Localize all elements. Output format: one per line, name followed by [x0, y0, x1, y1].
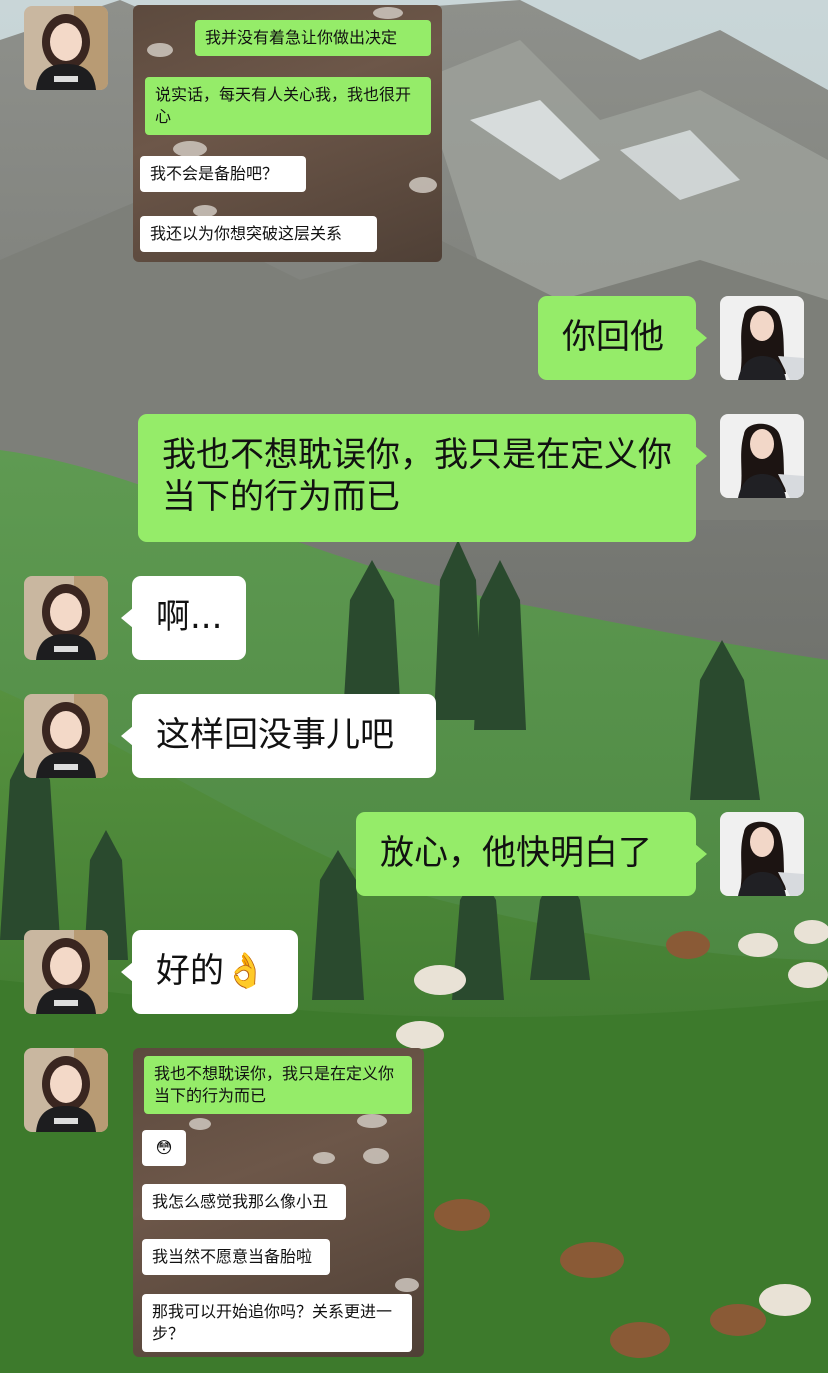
message-bubble-self[interactable]: 放心，他快明白了 — [356, 812, 707, 896]
contact-avatar[interactable] — [24, 576, 108, 660]
forwarded-chat-screenshot-top[interactable]: 我并没有着急让你做出决定 说实话，每天有人关心我，我也很开心 我不会是备胎吧？ … — [133, 5, 442, 262]
screenshot-message-left: 😳 — [142, 1130, 186, 1166]
contact-avatar[interactable] — [24, 6, 108, 90]
forwarded-chat-screenshot-bottom[interactable]: 我也不想耽误你，我只是在定义你当下的行为而已 😳 我怎么感觉我那么像小丑 我当然… — [133, 1048, 424, 1357]
self-avatar[interactable] — [720, 296, 804, 380]
contact-avatar[interactable] — [24, 930, 108, 1014]
screenshot-message-right: 说实话，每天有人关心我，我也很开心 — [145, 77, 431, 135]
girl-portrait-avatar-icon — [24, 694, 108, 778]
screenshot-message-left: 我不会是备胎吧？ — [140, 156, 306, 192]
screenshot-message-right: 我并没有着急让你做出决定 — [195, 20, 431, 56]
contact-avatar[interactable] — [24, 694, 108, 778]
girl-portrait-avatar-icon — [24, 576, 108, 660]
screenshot-message-left: 我当然不愿意当备胎啦 — [142, 1239, 330, 1275]
self-avatar[interactable] — [720, 414, 804, 498]
screenshot-message-left: 我怎么感觉我那么像小丑 — [142, 1184, 346, 1220]
girl-portrait-avatar-icon — [24, 1048, 108, 1132]
girl-portrait-avatar-icon — [24, 6, 108, 90]
message-bubble-self[interactable]: 我也不想耽误你，我只是在定义你当下的行为而已 — [138, 414, 707, 542]
woman-long-hair-avatar-icon — [720, 296, 804, 380]
message-bubble-contact[interactable]: 这样回没事儿吧 — [121, 694, 436, 778]
message-bubble-contact[interactable]: 啊... — [121, 576, 246, 660]
screenshot-message-left: 我还以为你想突破这层关系 — [140, 216, 377, 252]
woman-long-hair-avatar-icon — [720, 812, 804, 896]
contact-avatar[interactable] — [24, 1048, 108, 1132]
girl-portrait-avatar-icon — [24, 930, 108, 1014]
woman-long-hair-avatar-icon — [720, 414, 804, 498]
screenshot-message-right: 我也不想耽误你，我只是在定义你当下的行为而已 — [144, 1056, 412, 1114]
self-avatar[interactable] — [720, 812, 804, 896]
message-bubble-contact[interactable]: 好的👌 — [121, 930, 298, 1014]
screenshot-message-left: 那我可以开始追你吗？关系更进一步？ — [142, 1294, 412, 1352]
message-bubble-self[interactable]: 你回他 — [538, 296, 707, 380]
